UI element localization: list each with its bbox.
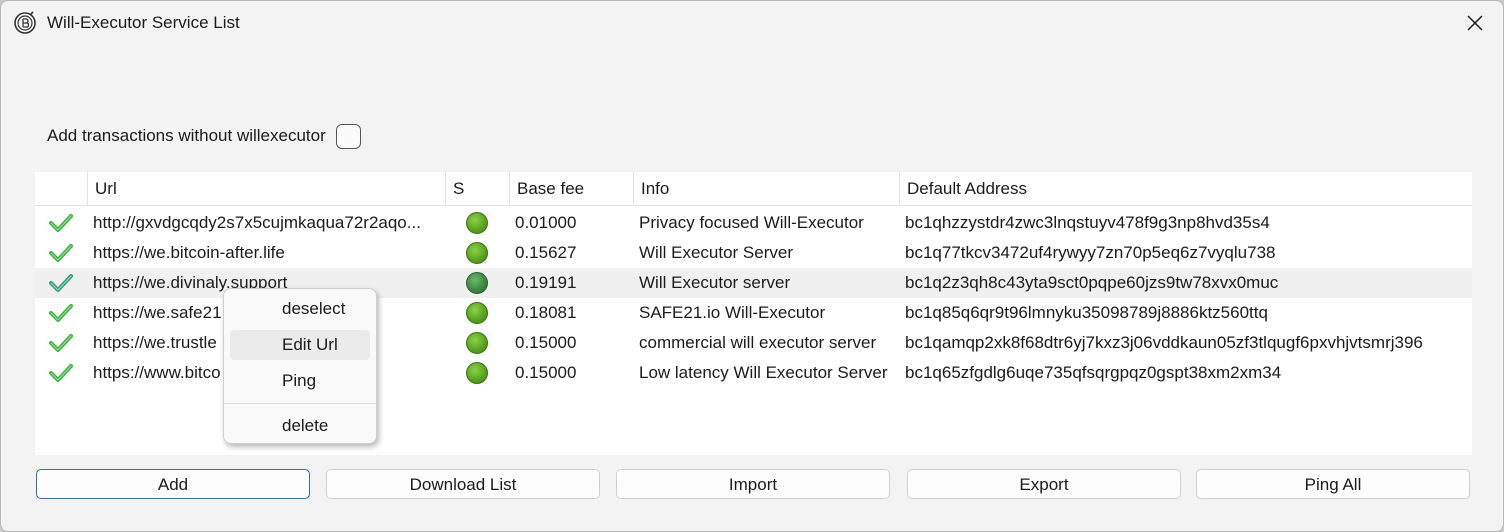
no-willexecutor-label: Add transactions without willexecutor <box>47 126 326 145</box>
button-bar: Add Download List Import Export Ping All <box>35 469 1472 500</box>
column-header-status[interactable]: S <box>445 172 509 206</box>
status-indicator <box>445 268 509 298</box>
row-base-fee: 0.15627 <box>515 243 577 262</box>
row-address: bc1qhzzystdr4zwc3lnqstuyv478f9g3np8hvd35… <box>905 213 1270 232</box>
row-info: Will Executor server <box>639 273 791 292</box>
column-header-url[interactable]: Url <box>87 172 445 206</box>
close-icon <box>1467 15 1483 31</box>
menu-item-deselect[interactable]: deselect <box>230 294 370 324</box>
menu-separator <box>224 403 376 404</box>
status-indicator <box>445 208 509 238</box>
row-base-fee: 0.19191 <box>515 273 577 292</box>
row-info: Low latency Will Executor Server <box>639 363 888 382</box>
status-indicator <box>445 298 509 328</box>
status-dot-icon <box>466 212 488 234</box>
bitcoin-logo-icon <box>14 11 36 34</box>
window-title: Will-Executor Service List <box>47 13 240 32</box>
export-button[interactable]: Export <box>907 469 1181 499</box>
enabled-check-icon[interactable] <box>35 328 87 358</box>
row-address: bc1q2z3qh8c43yta9sct0pqpe60jzs9tw78xvx0m… <box>905 273 1279 292</box>
row-url: https://we.bitcoin-after.life <box>93 243 285 262</box>
close-button[interactable] <box>1447 1 1503 45</box>
status-indicator <box>445 358 509 388</box>
row-base-fee: 0.01000 <box>515 213 577 232</box>
enabled-check-icon[interactable] <box>35 298 87 328</box>
menu-item-ping[interactable]: Ping <box>230 366 370 396</box>
row-info: Privacy focused Will-Executor <box>639 213 864 232</box>
row-info: Will Executor Server <box>639 243 793 262</box>
status-indicator <box>445 328 509 358</box>
menu-item-edit-url[interactable]: Edit Url <box>230 330 370 360</box>
row-address: bc1q85q6qr9t96lmnyku35098789j8886ktz560t… <box>905 303 1268 322</box>
row-address: bc1q77tkcv3472uf4rywyy7zn70p5eq6z7vyqlu7… <box>905 243 1276 262</box>
row-address: bc1qamqp2xk8f68dtr6yj7kxz3j06vddkaun05zf… <box>905 333 1423 352</box>
enabled-check-icon[interactable] <box>35 358 87 388</box>
table-row[interactable]: http://gxvdgcqdy2s7x5cujmkaqua72r2aqo...… <box>35 208 1472 238</box>
no-willexecutor-checkbox[interactable] <box>335 123 361 149</box>
enabled-check-icon[interactable] <box>35 208 87 238</box>
column-header-base-fee[interactable]: Base fee <box>509 172 633 206</box>
column-header-default-address[interactable]: Default Address <box>899 172 1472 206</box>
column-header-check[interactable] <box>35 172 87 206</box>
title-bar: Will-Executor Service List <box>1 1 1503 45</box>
import-button[interactable]: Import <box>616 469 890 499</box>
status-indicator <box>445 238 509 268</box>
row-base-fee: 0.18081 <box>515 303 577 322</box>
table-row[interactable]: https://we.bitcoin-after.life 0.15627 Wi… <box>35 238 1472 268</box>
no-willexecutor-option: Add transactions without willexecutor <box>47 122 361 150</box>
enabled-check-icon[interactable] <box>35 268 87 298</box>
row-base-fee: 0.15000 <box>515 363 577 382</box>
status-dot-icon <box>466 242 488 264</box>
status-dot-icon <box>466 362 488 384</box>
table-header: Url S Base fee Info Default Address <box>35 172 1472 206</box>
enabled-check-icon[interactable] <box>35 238 87 268</box>
status-dot-icon <box>466 302 488 324</box>
row-info: commercial will executor server <box>639 333 877 352</box>
add-button[interactable]: Add <box>36 469 310 499</box>
download-list-button[interactable]: Download List <box>326 469 600 499</box>
row-address: bc1q65zfgdlg6uqe735qfsqrgpqz0gspt38xm2xm… <box>905 363 1282 382</box>
context-menu: deselect Edit Url Ping delete <box>223 288 377 444</box>
row-info: SAFE21.io Will-Executor <box>639 303 826 322</box>
status-dot-icon <box>466 272 488 294</box>
main-window: Will-Executor Service List Add transacti… <box>0 0 1504 532</box>
column-header-info[interactable]: Info <box>633 172 899 206</box>
menu-item-delete[interactable]: delete <box>230 411 370 441</box>
ping-all-button[interactable]: Ping All <box>1196 469 1470 499</box>
row-url: http://gxvdgcqdy2s7x5cujmkaqua72r2aqo... <box>93 213 421 232</box>
status-dot-icon <box>466 332 488 354</box>
row-base-fee: 0.15000 <box>515 333 577 352</box>
